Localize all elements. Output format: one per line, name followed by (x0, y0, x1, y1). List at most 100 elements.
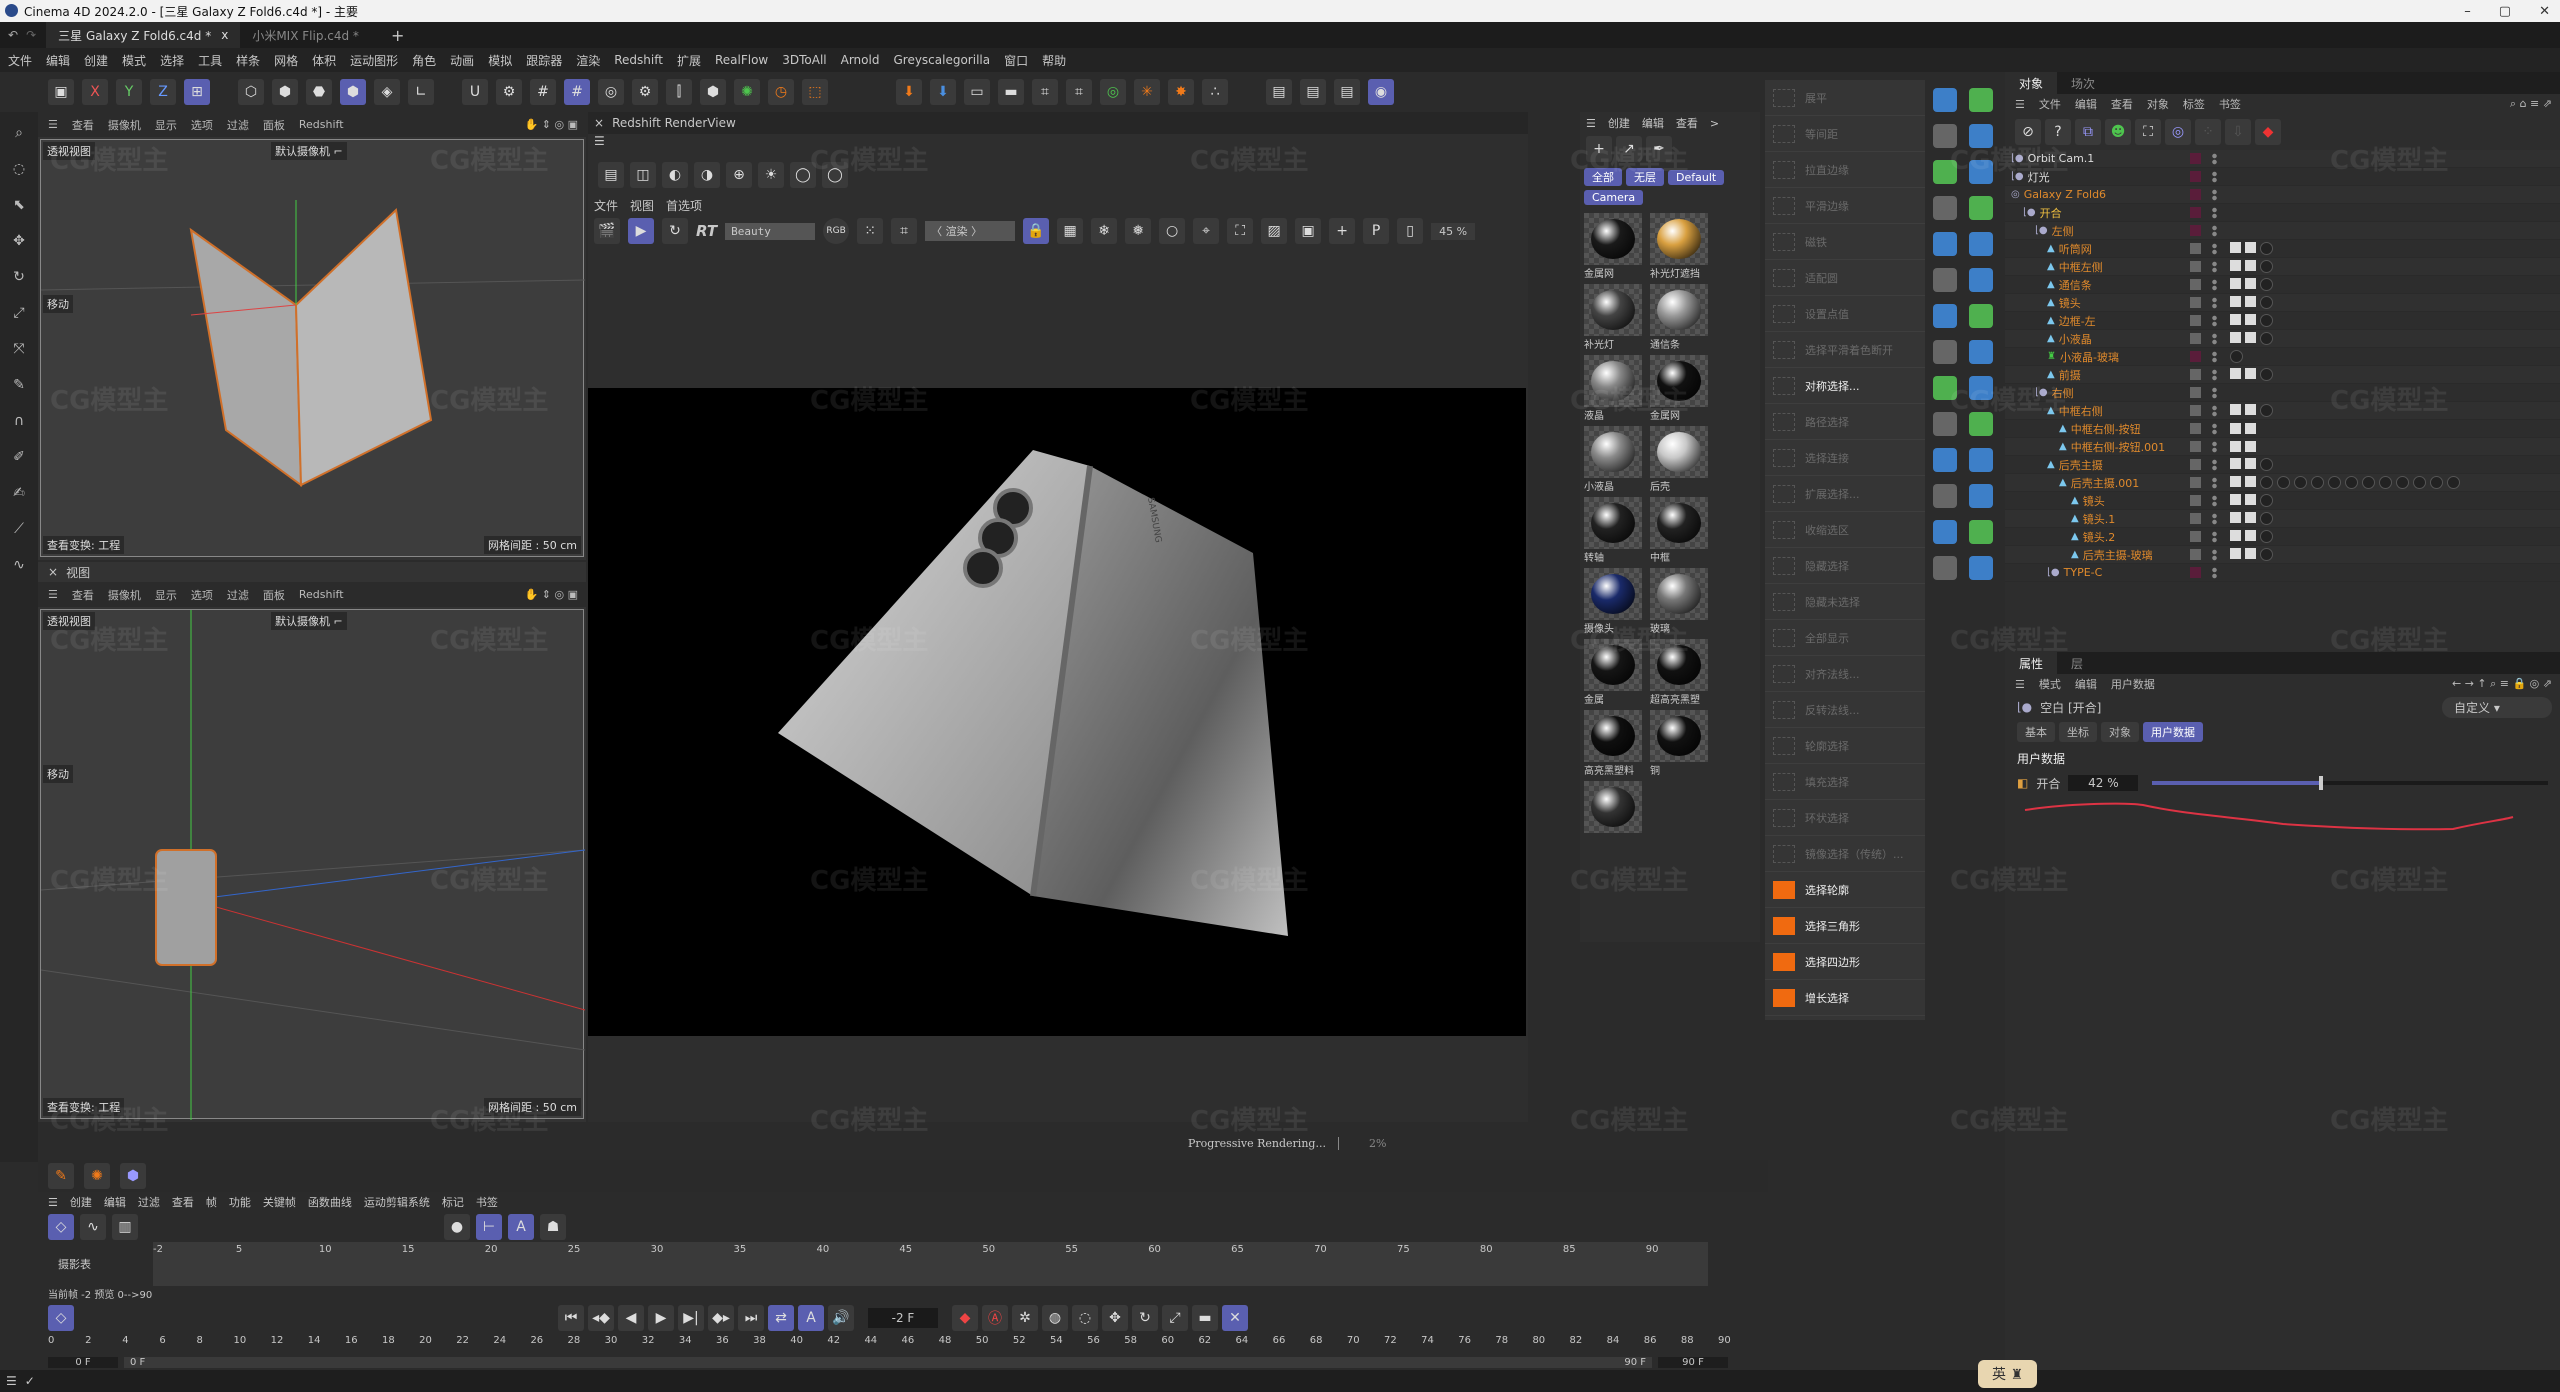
viewport-canvas[interactable]: 透视视图 默认摄像机 ⌐ 移动 查看变换: 工程 网格间距 : 50 cm (40, 139, 585, 557)
array-icon[interactable] (1969, 124, 1993, 148)
phong-tag-icon[interactable] (2245, 332, 2256, 343)
object-row[interactable]: ⌊● Orbit Cam.1 (2005, 150, 2560, 168)
timeline-menu-item[interactable]: 帧 (206, 1194, 217, 1210)
hamburger-icon[interactable]: ☰ (2015, 98, 2025, 111)
aov-select[interactable]: Beauty (725, 222, 816, 240)
material-item[interactable]: 转轴 (1584, 497, 1646, 564)
object-row[interactable]: ⌊● 左侧 (2005, 222, 2560, 240)
menu-preferences[interactable]: 首选项 (666, 197, 702, 214)
command-item[interactable]: 镜像选择（传统）... (1765, 836, 1925, 872)
uvw-tag-icon[interactable] (2230, 368, 2241, 379)
visibility-dots[interactable] (2212, 566, 2217, 579)
minimize-button[interactable]: – (2464, 4, 2471, 19)
polygon-icon[interactable] (1933, 88, 1957, 112)
command-item[interactable]: 对称选择... (1765, 368, 1925, 404)
menu-item[interactable]: 模拟 (488, 52, 512, 69)
param-value-field[interactable]: 42 % (2068, 775, 2139, 791)
layer-swatch[interactable] (2190, 423, 2201, 434)
uvw-tag-icon[interactable] (2230, 530, 2241, 541)
command-item[interactable]: 路径选择 (1765, 404, 1925, 440)
menu-item[interactable]: 文件 (8, 52, 32, 69)
object-row[interactable]: ⌊● TYPE-C (2005, 564, 2560, 582)
command-item[interactable]: 隐藏未选择 (1765, 584, 1925, 620)
aov-icon[interactable]: ▤ (598, 162, 624, 188)
material-item[interactable]: 铜 (1650, 710, 1712, 777)
command-item[interactable]: 等间距 (1765, 116, 1925, 152)
sky-icon[interactable]: ◑ (694, 162, 720, 188)
material-tag-icon[interactable] (2260, 314, 2273, 327)
snap-settings-icon[interactable]: ⚙ (496, 79, 522, 105)
material-tag-icon[interactable] (2260, 332, 2273, 345)
deformer-icon[interactable] (1933, 196, 1957, 220)
disable-icon[interactable]: ⊘ (2015, 119, 2041, 145)
uvw-tag-icon[interactable] (2230, 314, 2241, 325)
grid-icon[interactable]: # (530, 79, 556, 105)
redshift-object-icon[interactable]: ⬢ (120, 1163, 146, 1189)
menu-item[interactable]: 角色 (412, 52, 436, 69)
tab-takes[interactable]: 场次 (2057, 72, 2109, 94)
keyframe-mode-icon[interactable]: ◇ (48, 1305, 74, 1331)
boole-icon[interactable] (1969, 160, 1993, 184)
menu-user-data[interactable]: 用户数据 (2111, 676, 2155, 692)
rotate-icon[interactable] (1933, 412, 1957, 436)
layer-swatch[interactable] (2190, 459, 2201, 470)
snap-icon[interactable]: U (462, 79, 488, 105)
tab-galaxy-fold6[interactable]: 三星 Galaxy Z Fold6.c4d * x (46, 22, 241, 48)
film-save-icon[interactable]: ▤ (1300, 79, 1326, 105)
filter-all[interactable]: 全部 (1584, 168, 1622, 186)
close-icon[interactable]: × (48, 565, 58, 579)
menu-item[interactable]: 样条 (236, 52, 260, 69)
field-icon[interactable] (1933, 304, 1957, 328)
visibility-dots[interactable] (2212, 368, 2217, 381)
timeline-menu-item[interactable]: 过滤 (138, 1194, 160, 1210)
menu-item[interactable]: 创建 (84, 52, 108, 69)
object-row[interactable]: ⌊● 开合 (2005, 204, 2560, 222)
uvw-tag-icon[interactable] (2230, 458, 2241, 469)
text-icon[interactable] (1969, 196, 1993, 220)
range-end-field[interactable]: 90 F (1658, 1356, 1728, 1368)
material-tag-icon[interactable] (2260, 296, 2273, 309)
add-tab-button[interactable]: + (391, 26, 404, 45)
make-editable-icon[interactable]: ▣ (48, 79, 74, 105)
material-item[interactable]: 中框 (1650, 497, 1712, 564)
visibility-dots[interactable] (2212, 494, 2217, 507)
snowflake-icon[interactable]: ❄ (1091, 218, 1118, 244)
uvw-tag-icon[interactable] (2230, 296, 2241, 307)
timeline-menu-item[interactable]: 书签 (476, 1194, 498, 1210)
cloner-icon[interactable] (1933, 232, 1957, 256)
layer-swatch[interactable] (2190, 387, 2201, 398)
render-settings-icon[interactable]: ⚙ (632, 79, 658, 105)
command-item[interactable]: 拉直边缘 (1765, 152, 1925, 188)
key-settings-icon[interactable]: ✲ (1012, 1305, 1038, 1331)
brush-icon[interactable]: ✐ (6, 444, 32, 470)
coordinate-system-icon[interactable]: ⊞ (184, 79, 210, 105)
menu-item[interactable]: 渲染 (576, 52, 600, 69)
drop-icon[interactable]: ⬇ (896, 79, 922, 105)
layer-swatch[interactable] (2190, 297, 2201, 308)
visibility-dots[interactable] (2212, 152, 2217, 165)
visibility-dots[interactable] (2212, 512, 2217, 525)
menu-item[interactable]: 3DToAll (782, 53, 826, 67)
maximize-button[interactable]: ▢ (2499, 4, 2511, 19)
command-item[interactable]: 扩展选择... (1765, 476, 1925, 512)
layer-swatch[interactable] (2190, 171, 2201, 182)
command-item[interactable]: 填充选择 (1765, 764, 1925, 800)
grid-view-icon[interactable]: ▦ (1057, 218, 1084, 244)
uvw-tag-icon[interactable] (2230, 423, 2241, 434)
material-tag-icon[interactable] (2345, 476, 2358, 489)
filter-camera[interactable]: Camera (1584, 190, 1644, 205)
object-row[interactable]: ▲ 听筒网 (2005, 240, 2560, 258)
record-key-icon[interactable]: ◆ (952, 1305, 978, 1331)
material-tag-icon[interactable] (2260, 278, 2273, 291)
phong-tag-icon[interactable] (2245, 494, 2256, 505)
visibility-dots[interactable] (2212, 548, 2217, 561)
visibility-dots[interactable] (2212, 386, 2217, 399)
material-tag-icon[interactable] (2260, 260, 2273, 273)
face-icon[interactable]: ☻ (2105, 119, 2131, 145)
material-tag-icon[interactable] (2260, 404, 2273, 417)
ime-indicator[interactable]: 英 ♜ (1978, 1360, 2038, 1388)
phong-tag-icon[interactable] (2245, 368, 2256, 379)
layer-swatch[interactable] (2190, 207, 2201, 218)
object-row[interactable]: ♜ 小液晶-玻璃 (2005, 348, 2560, 366)
menu-view[interactable]: 查看 (1676, 115, 1698, 131)
